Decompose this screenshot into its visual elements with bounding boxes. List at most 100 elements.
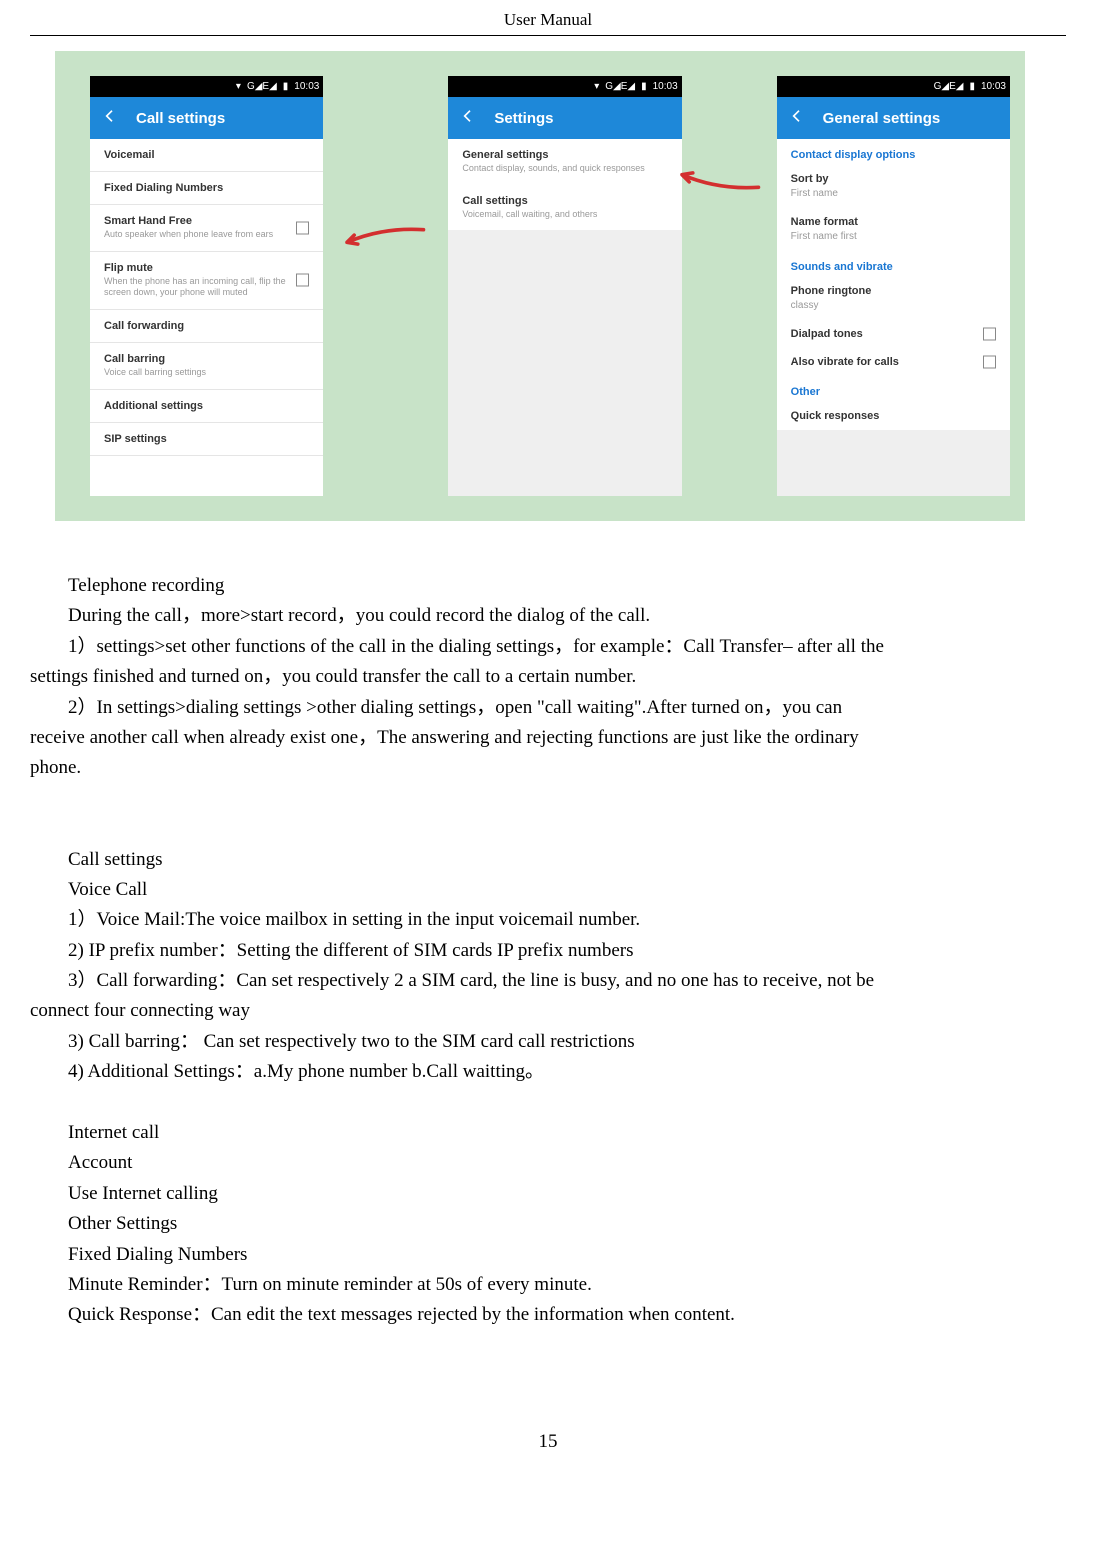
item-title: Smart Hand Free [104, 215, 309, 227]
clock: 10:03 [294, 81, 319, 92]
app-bar: Call settings [90, 97, 323, 139]
list-item-sip[interactable]: SIP settings [90, 423, 323, 456]
text-line: Voice Call [30, 875, 1066, 905]
list-item-smart-hand-free[interactable]: Smart Hand Free Auto speaker when phone … [90, 205, 323, 252]
item-title: Sort by [791, 173, 996, 185]
item-title: Dialpad tones [791, 328, 996, 340]
list-item-dialpad-tones[interactable]: Dialpad tones [777, 320, 1010, 348]
document-body: Telephone recording During the call，more… [30, 571, 1066, 1331]
item-sub: Auto speaker when phone leave from ears [104, 229, 309, 241]
text-line: 3) Call barring： Can set respectively tw… [30, 1027, 1066, 1057]
section-contact-display: Contact display options [777, 139, 1010, 165]
list-item-general[interactable]: General settings Contact display, sounds… [448, 139, 681, 185]
item-sub: Voicemail, call waiting, and others [462, 209, 667, 221]
item-title: Additional settings [104, 400, 309, 412]
item-title: Voicemail [104, 149, 309, 161]
settings-list: Voicemail Fixed Dialing Numbers Smart Ha… [90, 139, 323, 496]
battery-icon: ▮ [969, 81, 975, 92]
item-sub: First name first [791, 230, 996, 243]
list-item-fdn[interactable]: Fixed Dialing Numbers [90, 172, 323, 205]
clock: 10:03 [981, 81, 1006, 92]
status-bar: ▾ G◢E◢ ▮ 10:03 [448, 76, 681, 97]
section-sounds: Sounds and vibrate [777, 251, 1010, 277]
status-bar: G◢E◢ ▮ 10:03 [777, 76, 1010, 97]
list-item-ringtone[interactable]: Phone ringtone classy [777, 277, 1010, 320]
text-line: Internet call [30, 1118, 1066, 1148]
app-bar: General settings [777, 97, 1010, 139]
clock: 10:03 [653, 81, 678, 92]
screenshot-figure: ▾ G◢E◢ ▮ 10:03 Call settings Voicemail F… [55, 51, 1025, 521]
list-item-name-format[interactable]: Name format First name first [777, 208, 1010, 251]
settings-list: Contact display options Sort by First na… [777, 139, 1010, 496]
text-line: Telephone recording [30, 571, 1066, 601]
battery-icon: ▮ [641, 81, 647, 92]
item-title: Call settings [462, 195, 667, 207]
text-line: Use Internet calling [30, 1179, 1066, 1209]
item-title: General settings [462, 149, 667, 161]
text-line: phone. [30, 753, 1066, 783]
item-title: Phone ringtone [791, 285, 996, 297]
signal-icon: G◢E◢ [934, 81, 964, 92]
app-bar: Settings [448, 97, 681, 139]
list-item-call-settings[interactable]: Call settings Voicemail, call waiting, a… [448, 185, 681, 231]
red-arrow-icon [338, 221, 428, 251]
list-item-sort-by[interactable]: Sort by First name [777, 165, 1010, 208]
text-line: connect four connecting way [30, 996, 1066, 1026]
list-item-voicemail[interactable]: Voicemail [90, 139, 323, 172]
back-arrow-icon[interactable] [460, 108, 476, 129]
section-other: Other [777, 376, 1010, 402]
signal-icon: G◢E◢ [247, 81, 277, 92]
wifi-icon: ▾ [594, 81, 599, 92]
phone-screenshot-3: G◢E◢ ▮ 10:03 General settings Contact di… [777, 76, 1010, 496]
item-title: Call barring [104, 353, 309, 365]
page-number: 15 [30, 1431, 1066, 1453]
item-sub: classy [791, 299, 996, 312]
item-sub: Contact display, sounds, and quick respo… [462, 163, 667, 175]
status-bar: ▾ G◢E◢ ▮ 10:03 [90, 76, 323, 97]
list-item-call-barring[interactable]: Call barring Voice call barring settings [90, 343, 323, 390]
phone-screenshot-1: ▾ G◢E◢ ▮ 10:03 Call settings Voicemail F… [90, 76, 323, 496]
text-line: Minute Reminder：Turn on minute reminder … [30, 1270, 1066, 1300]
text-line: 2）In settings>dialing settings >other di… [30, 693, 1066, 723]
list-item-quick-responses[interactable]: Quick responses [777, 402, 1010, 430]
text-line: During the call，more>start record，you co… [30, 601, 1066, 631]
checkbox-icon[interactable] [983, 328, 996, 341]
text-line: 4) Additional Settings：a.My phone number… [30, 1057, 1066, 1087]
signal-icon: G◢E◢ [605, 81, 635, 92]
text-line: 3）Call forwarding：Can set respectively 2… [30, 966, 1066, 996]
settings-list: General settings Contact display, sounds… [448, 139, 681, 496]
list-item-vibrate[interactable]: Also vibrate for calls [777, 348, 1010, 376]
checkbox-icon[interactable] [296, 274, 309, 287]
item-title: SIP settings [104, 433, 309, 445]
item-sub: First name [791, 187, 996, 200]
item-title: Name format [791, 216, 996, 228]
text-line: settings finished and turned on，you coul… [30, 662, 1066, 692]
back-arrow-icon[interactable] [789, 108, 805, 129]
text-line: receive another call when already exist … [30, 723, 1066, 753]
item-title: Quick responses [791, 410, 996, 422]
list-item-call-forwarding[interactable]: Call forwarding [90, 310, 323, 343]
checkbox-icon[interactable] [983, 356, 996, 369]
text-line: Other Settings [30, 1209, 1066, 1239]
app-bar-title: General settings [823, 110, 941, 127]
battery-icon: ▮ [283, 81, 289, 92]
back-arrow-icon[interactable] [102, 108, 118, 129]
item-title: Flip mute [104, 262, 309, 274]
wifi-icon: ▾ [236, 81, 241, 92]
doc-header: User Manual [30, 10, 1066, 36]
app-bar-title: Settings [494, 110, 553, 127]
phone-screenshot-2: ▾ G◢E◢ ▮ 10:03 Settings General settings… [448, 76, 681, 496]
app-bar-title: Call settings [136, 110, 225, 127]
text-line: Quick Response：Can edit the text message… [30, 1300, 1066, 1330]
text-line: Call settings [30, 845, 1066, 875]
red-arrow-icon [673, 166, 763, 196]
list-item-flip-mute[interactable]: Flip mute When the phone has an incoming… [90, 252, 323, 310]
item-title: Also vibrate for calls [791, 356, 996, 368]
checkbox-icon[interactable] [296, 221, 309, 234]
text-line: 1）settings>set other functions of the ca… [30, 632, 1066, 662]
item-title: Call forwarding [104, 320, 309, 332]
text-line: Account [30, 1148, 1066, 1178]
item-sub: When the phone has an incoming call, fli… [104, 276, 309, 299]
list-item-additional[interactable]: Additional settings [90, 390, 323, 423]
item-sub: Voice call barring settings [104, 367, 309, 379]
